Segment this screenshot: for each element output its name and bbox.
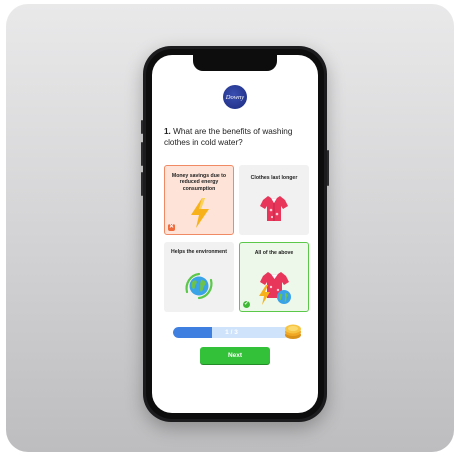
answer-option-label: Money savings due to reduced energy cons… — [171, 173, 227, 192]
coin-stack-icon — [285, 324, 301, 339]
earth-icon — [185, 272, 213, 300]
correct-check-icon: ✓ — [243, 301, 250, 308]
phone-notch — [193, 55, 277, 71]
question-text: 1. What are the benefits of washing clot… — [164, 126, 314, 148]
question-number: 1. — [164, 127, 171, 136]
answer-option-label: Helps the environment — [171, 249, 227, 255]
progress-label: 1 / 3 — [225, 329, 238, 336]
phone-screen: Downy 1. What are the benefits of washin… — [152, 55, 318, 413]
question-body: What are the benefits of washing clothes… — [164, 127, 293, 147]
answer-option-label: Clothes last longer — [250, 175, 298, 181]
quiz-progress-bar: 1 / 3 — [173, 327, 290, 338]
answer-option-money-savings[interactable]: Money savings due to reduced energy cons… — [164, 165, 234, 235]
answer-option-clothes-last-longer[interactable]: Clothes last longer — [239, 165, 309, 235]
answer-option-label: All of the above — [254, 250, 294, 256]
power-button — [327, 150, 329, 186]
volume-down-button — [141, 172, 143, 196]
shirt-icon — [260, 196, 288, 221]
next-button[interactable]: Next — [200, 347, 270, 364]
answer-option-helps-environment[interactable]: Helps the environment — [164, 242, 234, 312]
background-card: Downy 1. What are the benefits of washin… — [6, 4, 454, 452]
side-button — [141, 120, 143, 134]
shirt-bolt-earth-icon — [259, 272, 291, 305]
lightning-bolt-icon — [191, 198, 209, 228]
brand-logo-text: Downy — [225, 93, 245, 101]
phone-frame: Downy 1. What are the benefits of washin… — [141, 46, 329, 422]
volume-up-button — [141, 142, 143, 166]
answer-option-all-of-the-above[interactable]: All of the above ✓ — [239, 242, 309, 312]
brand-logo: Downy — [223, 85, 247, 109]
wrong-mark-icon: ✕ — [168, 224, 175, 231]
